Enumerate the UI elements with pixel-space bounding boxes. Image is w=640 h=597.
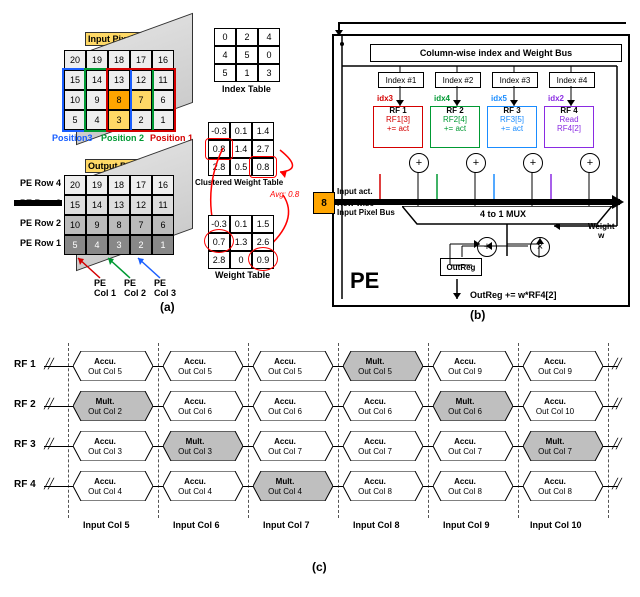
output-grid: 2019181716 1514131211 109876 54321: [64, 175, 174, 255]
dash-1: [158, 343, 159, 518]
timeline-cell: Accu.Out Col 10: [523, 391, 587, 421]
section-c-label: (c): [312, 560, 327, 574]
outreg-wires: [332, 34, 626, 303]
col-7-label: Input Col 7: [263, 520, 310, 530]
col-10-label: Input Col 10: [530, 520, 582, 530]
timeline-cell: Mult.Out Col 4: [253, 471, 317, 501]
col-8-label: Input Col 8: [353, 520, 400, 530]
index-table-title: Index Table: [222, 84, 271, 94]
pe-label: PE: [350, 268, 379, 294]
wt-circle-2: [248, 247, 278, 271]
col-5-label: Input Col 5: [83, 520, 130, 530]
timeline-cell: Mult.Out Col 3: [163, 431, 227, 461]
timeline-cell: Mult.Out Col 7: [523, 431, 587, 461]
section-b-label: (b): [470, 308, 485, 322]
rf4-row-label: RF 4: [14, 479, 36, 490]
timeline-cell: Accu.Out Col 6: [343, 391, 407, 421]
timeline-cell: Accu.Out Col 6: [253, 391, 317, 421]
timeline-cell: Accu.Out Col 9: [523, 351, 587, 381]
rf1-row-label: RF 1: [14, 359, 36, 370]
position-1-box: [106, 68, 176, 132]
cont-left-4: ╱╱: [44, 479, 52, 490]
col-9-label: Input Col 9: [443, 520, 490, 530]
pe-col-2-label: PE Col 2: [124, 278, 146, 298]
cont-right-1: ╱╱: [612, 359, 620, 370]
timeline-cell: Accu.Out Col 8: [523, 471, 587, 501]
pe-col-1-label: PE Col 1: [94, 278, 116, 298]
section-a-label: (a): [160, 300, 175, 314]
timeline-cell: Accu.Out Col 7: [433, 431, 497, 461]
timeline-cell: Accu.Out Col 5: [73, 351, 137, 381]
dash-6: [608, 343, 609, 518]
pe-col-3-label: PE Col 3: [154, 278, 176, 298]
timeline-cell: Accu.Out Col 3: [73, 431, 137, 461]
cont-left-1: ╱╱: [44, 359, 52, 370]
timeline-cell: Accu.Out Col 7: [343, 431, 407, 461]
cont-right-2: ╱╱: [612, 399, 620, 410]
dash-3: [338, 343, 339, 518]
pe-row-1-label: PE Row 1: [20, 238, 61, 248]
timeline-cell: Accu.Out Col 8: [433, 471, 497, 501]
dash-0: [68, 343, 69, 518]
timeline-cell: Accu.Out Col 8: [343, 471, 407, 501]
timeline-cell: Mult.Out Col 5: [343, 351, 407, 381]
index-table: 024 450 513: [214, 28, 280, 82]
timeline-cell: Accu.Out Col 5: [253, 351, 317, 381]
cont-right-3: ╱╱: [612, 439, 620, 450]
arrow-down-1: [335, 30, 343, 36]
timeline-cell: Accu.Out Col 7: [253, 431, 317, 461]
cont-left-2: ╱╱: [44, 399, 52, 410]
dash-2: [248, 343, 249, 518]
wt-circle-1: [204, 229, 234, 253]
weight-table-title: Weight Table: [215, 270, 270, 280]
dash-4: [428, 343, 429, 518]
cont-left-3: ╱╱: [44, 439, 52, 450]
col-6-label: Input Col 6: [173, 520, 220, 530]
rf2-row-label: RF 2: [14, 399, 36, 410]
thick-left-bus: [14, 200, 62, 206]
timeline-cell: Accu.Out Col 6: [163, 391, 227, 421]
pe-row-2-label: PE Row 2: [20, 218, 61, 228]
timeline-cell: Mult.Out Col 2: [73, 391, 137, 421]
pe-row-4-label: PE Row 4: [20, 178, 61, 188]
part-c: RF 1 RF 2 RF 3 RF 4 ╱╱ ╱╱ ╱╱ ╱╱ ╱╱ ╱╱ ╱╱…: [8, 335, 632, 565]
pixel-8-box: 8: [313, 192, 335, 214]
cont-right-4: ╱╱: [612, 479, 620, 490]
position-2-label: Position 2: [101, 133, 144, 143]
timeline-cell: Mult.Out Col 6: [433, 391, 497, 421]
timeline-cell: Accu.Out Col 4: [73, 471, 137, 501]
dash-5: [518, 343, 519, 518]
position-3-label: Position3: [52, 133, 93, 143]
outreg-eq: OutReg += w*RF4[2]: [470, 290, 557, 300]
timeline-cell: Accu.Out Col 5: [163, 351, 227, 381]
top-col-bus: [338, 22, 626, 24]
timeline-cell: Accu.Out Col 9: [433, 351, 497, 381]
timeline-cell: Accu.Out Col 4: [163, 471, 227, 501]
rf3-row-label: RF 3: [14, 439, 36, 450]
